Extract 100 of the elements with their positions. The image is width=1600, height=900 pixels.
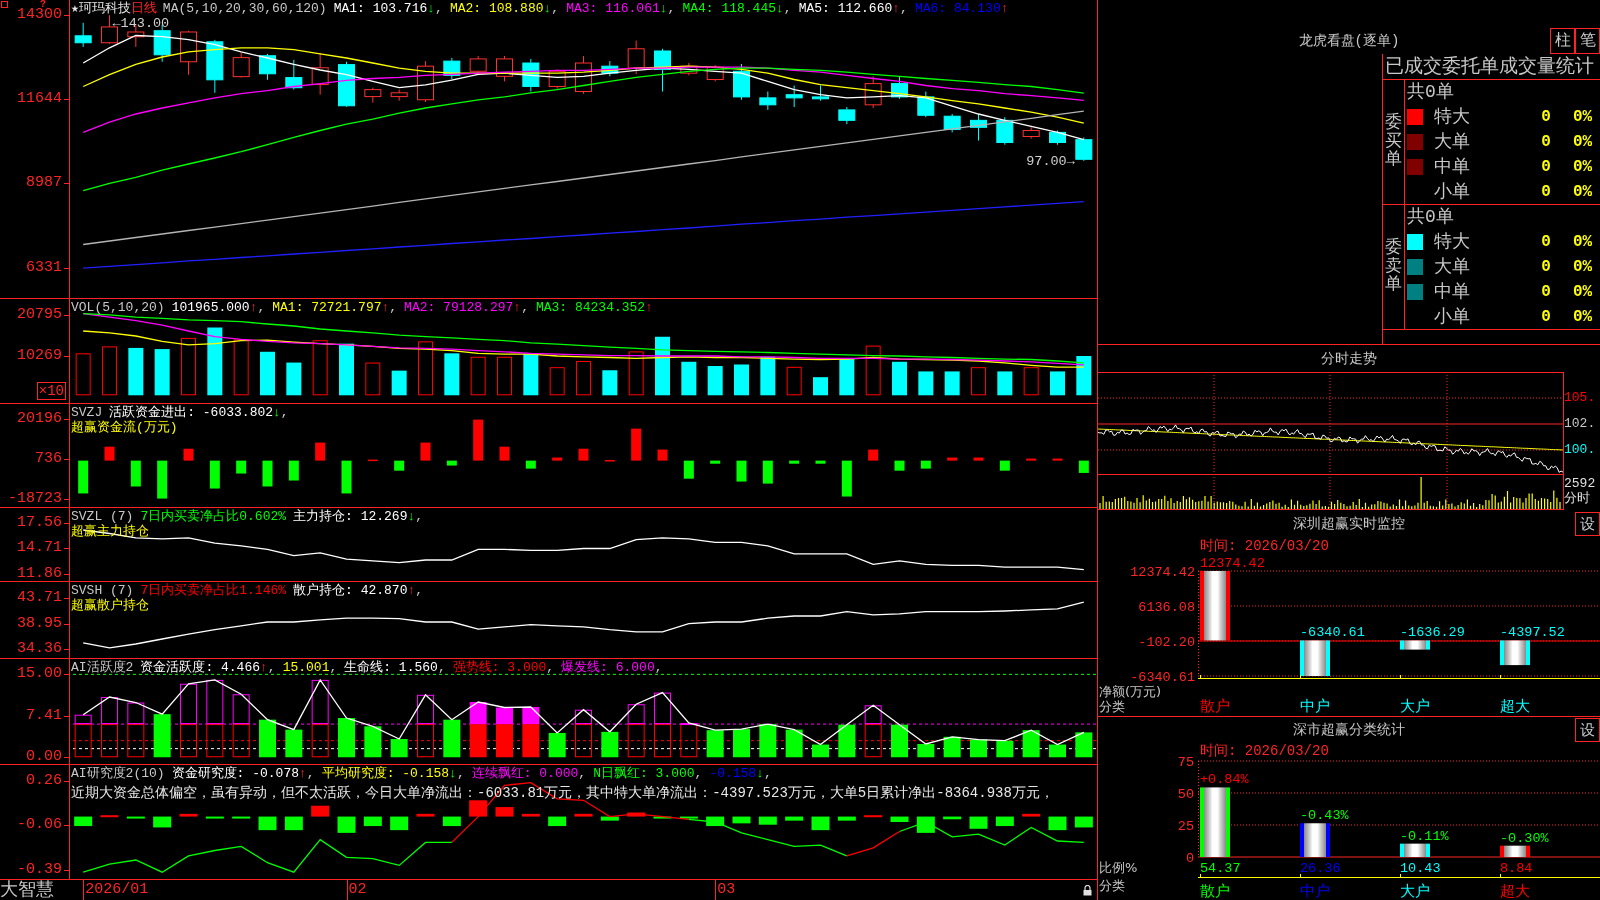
axis-label: -0.39 xyxy=(17,862,63,877)
indicator-value: 101965.000↑, xyxy=(171,300,266,315)
candle xyxy=(232,52,250,79)
order-count: 0 xyxy=(1540,182,1552,201)
candle xyxy=(812,85,829,102)
candle xyxy=(970,113,987,142)
indicator-value: MA2: 108.880↓, xyxy=(449,1,560,16)
lock-icon[interactable] xyxy=(1083,885,1092,896)
candle xyxy=(864,75,882,109)
axis-label: 75 xyxy=(1177,755,1194,770)
candle xyxy=(1022,126,1040,140)
candle xyxy=(443,57,461,80)
axis-label: 6136.08 xyxy=(1138,600,1195,615)
order-count: 0 xyxy=(1540,282,1552,301)
indicator-subtitle: 超赢资金流(万元) xyxy=(71,420,178,435)
settings-button[interactable]: 设 xyxy=(1575,512,1600,536)
bar-value-label: -4397.52 xyxy=(1500,625,1565,641)
candle xyxy=(259,53,276,81)
candle xyxy=(338,61,355,108)
order-percent: 0% xyxy=(1573,157,1594,176)
help-mark[interactable]: ? xyxy=(40,0,46,9)
settings-button[interactable]: 设 xyxy=(1575,718,1600,742)
view-toggle-button[interactable]: 柱 xyxy=(1550,28,1575,54)
indicator-value: -0.158↓, xyxy=(709,766,772,781)
unit-label: ×10 xyxy=(36,382,66,400)
order-total: 共0单 xyxy=(1407,81,1454,103)
bar-value-label: 12374.42 xyxy=(1200,556,1265,571)
candle xyxy=(917,91,935,118)
axis-label: -18723 xyxy=(8,492,63,507)
indicator-name: AI研究度2(10) xyxy=(71,766,165,781)
indicator-name: MA(5,10,20,30,60,120) xyxy=(162,1,327,16)
candle xyxy=(680,62,698,76)
order-percent: 0% xyxy=(1573,282,1594,301)
indicator-value: 连续飘红: 0.000, xyxy=(471,766,587,781)
axis-label: 0 xyxy=(1185,851,1194,866)
candle xyxy=(996,116,1014,146)
axis-title: 比例% xyxy=(1099,860,1138,875)
candle xyxy=(548,68,566,90)
candle xyxy=(417,60,434,103)
order-count: 0 xyxy=(1540,107,1552,126)
order-count: 0 xyxy=(1540,132,1552,151)
indicator-value: 平均研究度: -0.158↓, xyxy=(321,766,465,781)
order-size-label: 小单 xyxy=(1434,305,1471,328)
category-label: 散户 xyxy=(1200,882,1230,900)
view-toggle-button[interactable]: 笔 xyxy=(1575,28,1600,54)
candle xyxy=(522,58,540,92)
axis-label: 20795 xyxy=(17,308,63,323)
ratio-value-label: 8.84 xyxy=(1500,861,1533,876)
axis-title: 分类 xyxy=(1099,699,1125,714)
candle xyxy=(496,55,513,82)
square-icon xyxy=(1,1,8,8)
candle xyxy=(469,55,487,74)
indicator-value: MA3: 84234.352↑ xyxy=(535,300,653,315)
candle xyxy=(759,91,777,111)
candle xyxy=(285,59,303,91)
candle xyxy=(364,87,382,104)
change-label: +0.84% xyxy=(1200,772,1249,788)
change-label: -0.30% xyxy=(1500,830,1549,846)
indicator-value: 7日内买卖净占比1.146% xyxy=(140,583,287,598)
axis-title: 净额(万元) xyxy=(1099,684,1162,699)
price-axis-label: 102. xyxy=(1564,415,1597,433)
axis-label: 10269 xyxy=(17,348,63,363)
order-percent: 0% xyxy=(1573,107,1594,126)
candle xyxy=(74,22,92,48)
indicator-value: 主力持仓: 12.269↓, xyxy=(293,509,424,524)
ratio-value-label: 54.37 xyxy=(1200,861,1241,876)
indicator-name: SVZL (7) xyxy=(71,509,134,524)
category-label: 大户 xyxy=(1400,697,1430,715)
candle xyxy=(1075,136,1093,162)
indicator-value: MA1: 103.716↓, xyxy=(333,1,443,16)
order-size-label: 特大 xyxy=(1434,230,1471,253)
candle xyxy=(838,106,856,125)
axis-label: 8987 xyxy=(26,176,63,191)
panel-title: 龙虎看盘(逐单) xyxy=(1298,32,1400,50)
indicator-value: 爆发线: 6.000, xyxy=(561,660,663,675)
stock-title: ★珂玛科技日线 xyxy=(71,1,157,16)
axis-title: 分类 xyxy=(1099,878,1125,893)
candle xyxy=(785,85,803,108)
axis-label: 20196 xyxy=(17,412,63,427)
axis-label: -0.06 xyxy=(17,817,63,832)
axis-label: 12374.42 xyxy=(1130,565,1195,580)
ratio-value-label: 26.36 xyxy=(1300,861,1341,876)
category-label: 超大 xyxy=(1500,697,1530,715)
axis-label: 43.71 xyxy=(17,590,63,605)
candle xyxy=(575,55,592,95)
indicator-value: MA5: 112.660↑, xyxy=(798,1,908,16)
candle xyxy=(601,60,619,77)
order-size-label: 大单 xyxy=(1434,130,1471,153)
indicator-value: MA6: 84.130↑ xyxy=(914,1,1009,16)
candle xyxy=(1049,129,1066,146)
date-time-label: 时间: 2026/03/20 xyxy=(1200,743,1329,759)
axis-label: 11644 xyxy=(17,92,63,107)
axis-label: 50 xyxy=(1177,787,1194,802)
candle xyxy=(311,52,329,96)
candle xyxy=(943,113,961,133)
candle xyxy=(627,40,645,75)
bar-value-label: -6340.61 xyxy=(1300,625,1365,641)
indicator-value: MA3: 116.061↓, xyxy=(566,1,676,16)
candle xyxy=(706,64,724,82)
order-size-label: 大单 xyxy=(1434,255,1471,278)
